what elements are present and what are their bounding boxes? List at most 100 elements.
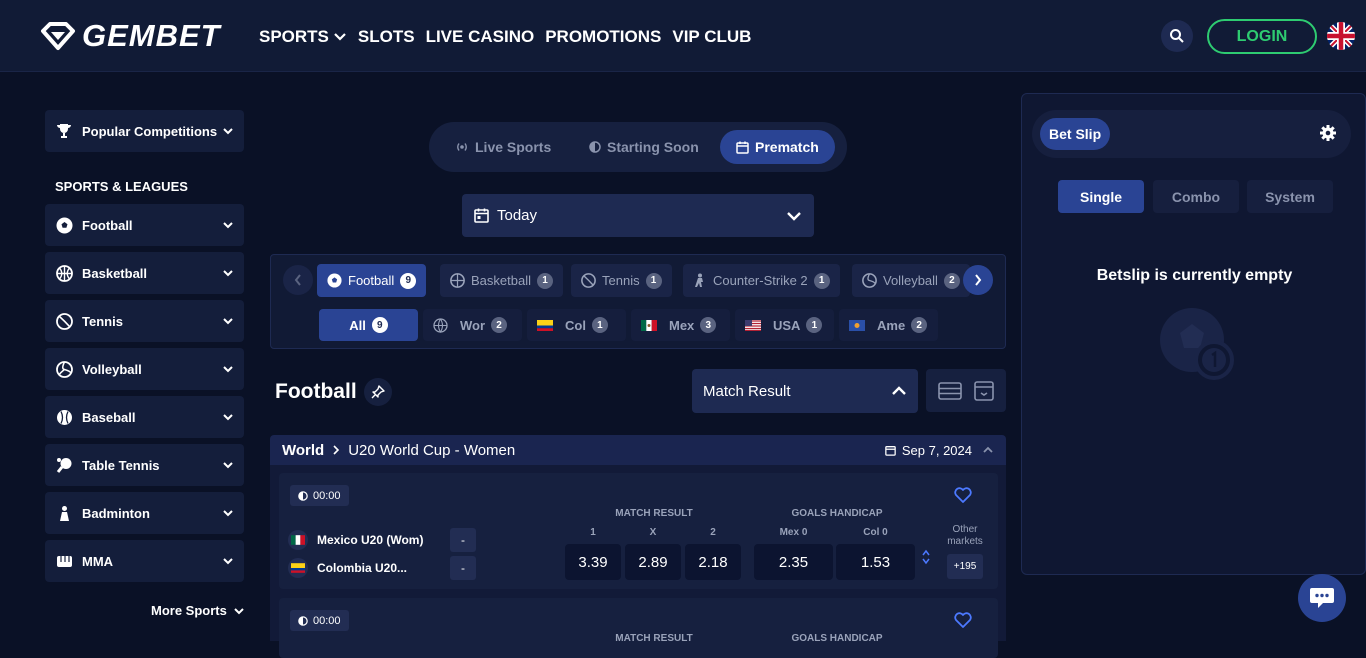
region-tab-america[interactable]: Ame 2 — [839, 309, 938, 341]
sport-tab-counter-strike[interactable]: Counter-Strike 2 1 — [683, 264, 840, 297]
odd-button-2[interactable]: 2.18 — [685, 544, 741, 580]
sidebar-item-table-tennis[interactable]: Table Tennis — [45, 444, 244, 486]
chat-icon — [1310, 588, 1334, 608]
betslip-tab-system[interactable]: System — [1247, 180, 1333, 213]
odd-button-x[interactable]: 2.89 — [625, 544, 681, 580]
odd-label-x: X — [649, 527, 657, 538]
nav-vip-club[interactable]: VIP CLUB — [672, 27, 751, 47]
region-tab-all[interactable]: All 9 — [319, 309, 418, 341]
home-team-name: Mexico U20 (Wom) — [317, 533, 424, 547]
market1-title: MATCH RESULT — [615, 633, 693, 644]
soldier-icon — [695, 273, 703, 287]
mma-icon — [55, 552, 73, 570]
heart-icon — [954, 487, 972, 503]
sport-tab-football[interactable]: Football 9 — [317, 264, 427, 297]
login-button[interactable]: LOGIN — [1207, 19, 1317, 54]
sidebar-item-volleyball[interactable]: Volleyball — [45, 348, 244, 390]
handicap-arrows[interactable] — [921, 549, 931, 565]
scroll-right-button[interactable] — [963, 265, 993, 295]
sidebar-item-baseball[interactable]: Baseball — [45, 396, 244, 438]
main-nav: SPORTS SLOTS LIVE CASINO PROMOTIONS VIP … — [259, 27, 751, 47]
betslip-settings-button[interactable] — [1319, 124, 1337, 147]
chevron-down-icon — [787, 211, 801, 221]
match-card: 00:00 MATCH RESULT GOALS HANDICAP — [279, 598, 998, 658]
betslip-tab-combo[interactable]: Combo — [1153, 180, 1239, 213]
search-icon — [1170, 29, 1184, 43]
odd-button-1[interactable]: 3.39 — [565, 544, 621, 580]
sport-tab-tennis[interactable]: Tennis 1 — [571, 264, 672, 297]
sidebar-item-mma[interactable]: MMA — [45, 540, 244, 582]
betslip-empty-text: Betslip is currently empty — [1096, 267, 1293, 284]
sport-tab-label: Football — [348, 273, 395, 288]
handicap-odd-home[interactable]: 2.35 — [754, 544, 833, 580]
pin-icon — [371, 385, 385, 399]
match-time: 00:00 — [313, 614, 341, 627]
count-badge: 3 — [700, 317, 717, 333]
gembet-logo[interactable]: GEMBET — [40, 18, 221, 54]
other-markets-label: Other markets — [947, 524, 983, 547]
sport-tab-volleyball[interactable]: Volleyball 2 — [852, 264, 970, 297]
tab-live-sports-label: Live Sports — [475, 139, 552, 155]
league-date-text: Sep 7, 2024 — [901, 442, 972, 458]
tab-prematch[interactable]: Prematch — [720, 130, 835, 164]
league-name: U20 World Cup - Women — [348, 441, 516, 459]
chevron-left-icon — [294, 274, 301, 286]
tab-live-sports[interactable]: Live Sports — [455, 130, 551, 164]
region-tab-mexico[interactable]: Mex 3 — [631, 309, 730, 341]
mexico-flag-icon — [288, 530, 308, 550]
chat-button[interactable] — [1298, 574, 1346, 622]
market-select[interactable]: Match Result — [692, 369, 918, 413]
region-tab-label: Wor — [460, 317, 486, 333]
search-button[interactable] — [1161, 20, 1193, 52]
sidebar-item-football[interactable]: Football — [45, 204, 244, 246]
date-filter-select[interactable]: Today — [462, 194, 814, 237]
favorite-button[interactable] — [954, 487, 972, 508]
clock-icon — [298, 615, 308, 626]
calendar-icon — [474, 208, 489, 223]
region-tab-colombia[interactable]: Col 1 — [527, 309, 626, 341]
more-sports-button[interactable]: More Sports — [151, 603, 245, 618]
compact-view-icon[interactable] — [974, 380, 994, 401]
nav-sports[interactable]: SPORTS — [259, 27, 347, 47]
calendar-icon — [736, 141, 749, 154]
chevron-up-icon — [922, 549, 930, 556]
sidebar-item-label: Table Tennis — [82, 457, 160, 473]
list-view-icon[interactable] — [938, 381, 962, 400]
handicap-odd-away[interactable]: 1.53 — [836, 544, 915, 580]
sidebar-item-label: Football — [82, 217, 133, 233]
scroll-left-button[interactable] — [283, 265, 313, 295]
count-badge: 1 — [591, 317, 608, 333]
baseball-icon — [55, 408, 73, 426]
trophy-icon — [55, 122, 73, 140]
other-markets-button[interactable]: +195 — [947, 554, 983, 579]
nav-promotions[interactable]: PROMOTIONS — [545, 27, 661, 47]
calendar-icon — [885, 445, 896, 456]
tennis-icon — [55, 312, 73, 330]
heart-icon — [954, 612, 972, 628]
league-region: World — [282, 441, 325, 459]
tab-prematch-label: Prematch — [755, 139, 819, 155]
count-badge: 9 — [371, 317, 388, 333]
sport-tab-label: Counter-Strike 2 — [713, 273, 808, 288]
uk-flag-icon[interactable] — [1327, 22, 1355, 50]
sidebar-item-tennis[interactable]: Tennis — [45, 300, 244, 342]
chevron-down-icon — [223, 270, 233, 277]
tab-starting-soon[interactable]: Starting Soon — [589, 130, 699, 164]
betslip-title[interactable]: Bet Slip — [1040, 118, 1111, 150]
league-header[interactable]: World U20 World Cup - Women Sep 7, 2024 — [270, 435, 1006, 465]
region-tab-world[interactable]: Wor 2 — [423, 309, 522, 341]
chevron-down-icon — [223, 366, 233, 373]
sidebar-item-badminton[interactable]: Badminton — [45, 492, 244, 534]
market1-title: MATCH RESULT — [615, 508, 693, 519]
favorite-button[interactable] — [954, 612, 972, 633]
sidebar-item-basketball[interactable]: Basketball — [45, 252, 244, 294]
betslip-tab-single[interactable]: Single — [1058, 180, 1144, 213]
nav-slots[interactable]: SLOTS — [358, 27, 415, 47]
nav-live-casino[interactable]: LIVE CASINO — [426, 27, 535, 47]
sport-tab-basketball[interactable]: Basketball 1 — [440, 264, 563, 297]
pin-button[interactable] — [364, 378, 392, 406]
popular-competitions[interactable]: Popular Competitions — [45, 110, 244, 152]
chevron-up-icon[interactable] — [982, 446, 994, 454]
region-tab-usa[interactable]: USA 1 — [735, 309, 834, 341]
more-sports-label: More Sports — [151, 603, 227, 618]
